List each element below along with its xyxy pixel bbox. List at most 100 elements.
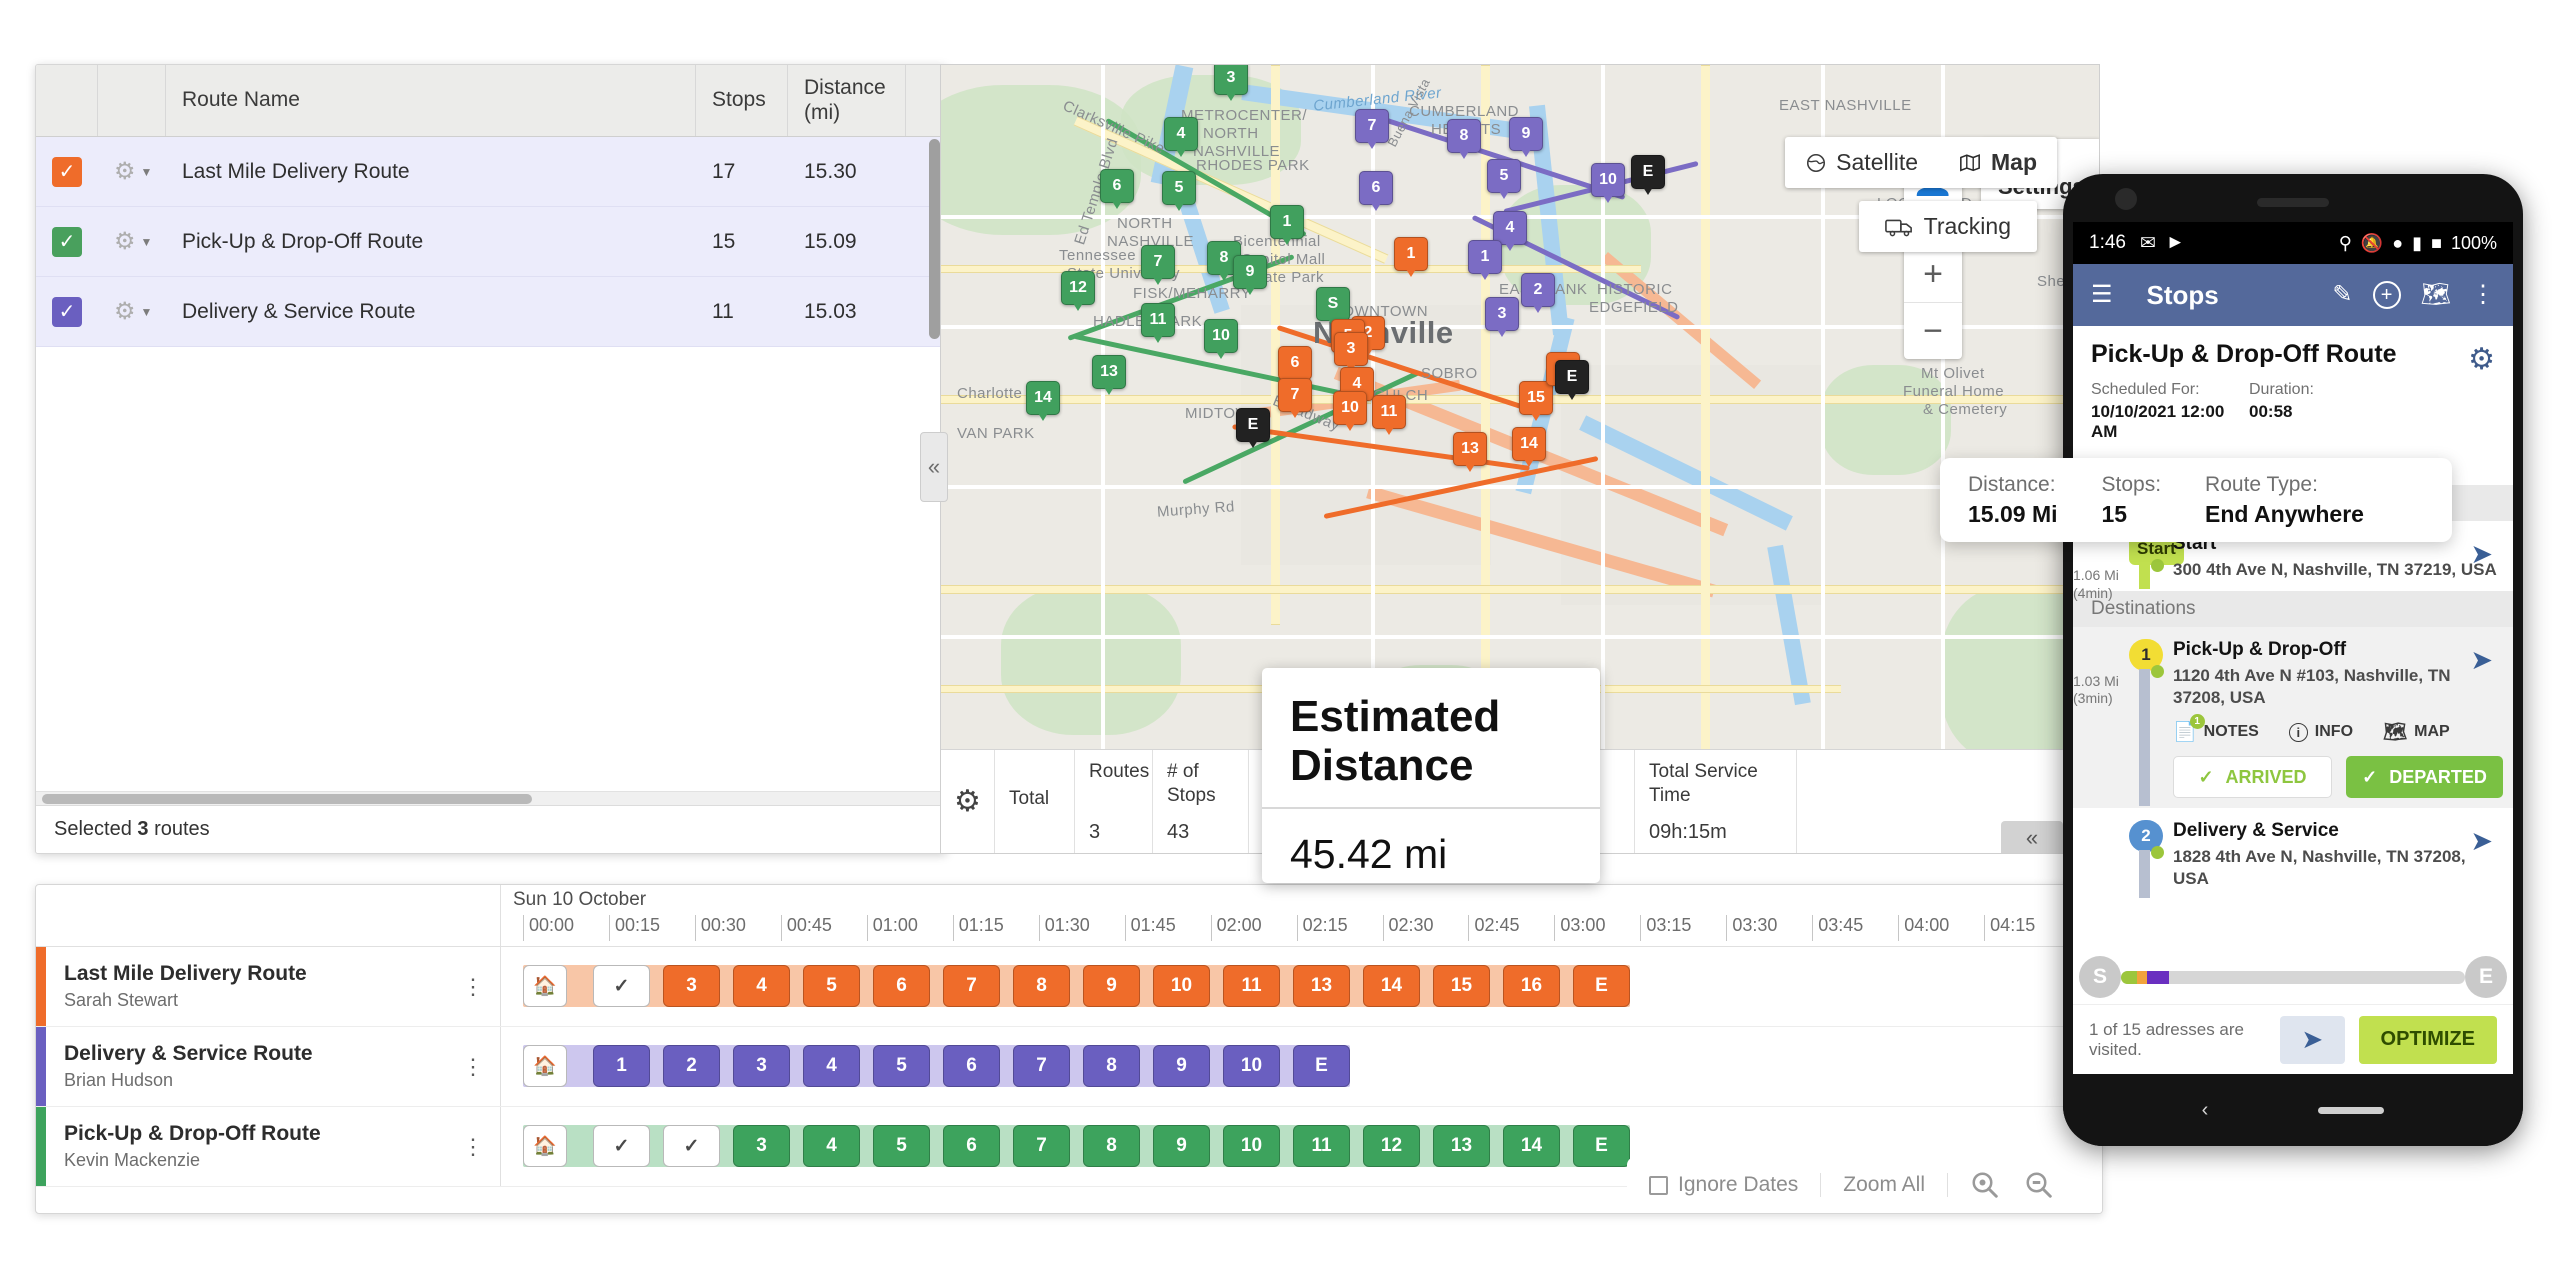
map-pin[interactable]: 10 [1204,319,1238,359]
map-zoom-out-button[interactable]: − [1904,303,1962,359]
panel-collapse-handle[interactable]: « [920,432,948,502]
row-checkbox[interactable]: ✓ [52,296,82,327]
map-pin-end[interactable]: E [1555,360,1589,400]
table-row[interactable]: ✓ ⚙ ▼ Last Mile Delivery Route 17 15.30 [36,137,946,207]
gantt-stop-chip[interactable]: 3 [733,1045,790,1087]
gantt-stop-chip[interactable]: 8 [1013,965,1070,1007]
gear-icon[interactable]: ⚙ [114,229,136,254]
home-icon[interactable]: 🏠 [523,1045,567,1087]
map-pin[interactable]: 10 [1591,163,1625,203]
gantt-stop-chip[interactable]: E [1573,1125,1630,1167]
row-actions-cell[interactable]: ⚙ ▼ [98,137,166,206]
map-pin[interactable]: 1 [1394,237,1428,277]
map-pin[interactable]: 3 [1485,297,1519,337]
map-pin[interactable]: 3 [1334,332,1368,372]
gantt-stop-chip[interactable]: 10 [1153,965,1210,1007]
row-actions-cell[interactable]: ⚙ ▼ [98,277,166,346]
kebab-menu-icon[interactable]: ⋮ [446,1135,500,1157]
phone-route-progress-slider[interactable]: S E [2073,950,2513,1004]
check-icon[interactable]: ✓ [593,965,650,1007]
notes-action[interactable]: 📄 1 NOTES [2173,714,2259,744]
gantt-stop-chip[interactable]: 10 [1223,1125,1280,1167]
gantt-stop-chip[interactable]: 10 [1223,1045,1280,1087]
row-checkbox-cell[interactable]: ✓ [36,277,98,346]
gantt-stop-chip[interactable]: 6 [943,1125,1000,1167]
gantt-stop-chip[interactable]: 4 [733,965,790,1007]
gantt-stop-chip[interactable]: 5 [873,1045,930,1087]
home-icon[interactable]: 🏠 [523,965,567,1007]
gantt-stop-chip[interactable]: 1 [593,1045,650,1087]
arrived-button[interactable]: ✓ ARRIVED [2173,756,2332,799]
map-pin[interactable]: 15 [1519,381,1553,421]
zoom-in-icon[interactable] [1970,1170,2000,1200]
gantt-stop-chip[interactable]: E [1573,965,1630,1007]
gantt-stop-chip[interactable]: 11 [1223,965,1280,1007]
caret-down-icon[interactable]: ▼ [141,235,153,249]
map-pin[interactable]: 4 [1164,117,1198,157]
back-icon[interactable]: ‹ [2202,1099,2209,1122]
map-pin[interactable]: 8 [1447,119,1481,159]
gantt-stop-chip[interactable]: 14 [1363,965,1420,1007]
map-pin[interactable]: 13 [1092,355,1126,395]
check-icon[interactable]: ✓ [593,1125,650,1167]
gantt-stop-chip[interactable]: 13 [1293,965,1350,1007]
home-pill[interactable] [2318,1106,2385,1114]
map-pin[interactable]: 6 [1359,171,1393,211]
map-pin[interactable]: 7 [1355,109,1389,149]
pencil-icon[interactable]: ✎ [2332,283,2352,307]
map-zoom-in-button[interactable]: + [1904,247,1962,303]
gantt-stop-chip[interactable]: 2 [663,1045,720,1087]
gantt-stop-chip[interactable]: 7 [1013,1045,1070,1087]
gantt-stop-chip[interactable]: 14 [1503,1125,1560,1167]
gantt-stop-chip[interactable]: 3 [733,1125,790,1167]
map-zoom-controls[interactable]: + − [1904,247,1962,359]
summary-collapse-button[interactable]: « [2001,821,2063,853]
row-route-name[interactable]: Pick-Up & Drop-Off Route [166,207,696,276]
map-pin[interactable]: 1 [1468,240,1502,280]
row-checkbox-cell[interactable]: ✓ [36,137,98,206]
departed-button[interactable]: ✓ DEPARTED [2346,756,2503,799]
gantt-stop-chip[interactable]: 16 [1503,965,1560,1007]
zoom-all-button[interactable]: Zoom All [1821,1173,1948,1197]
gantt-stop-chip[interactable]: E [1293,1045,1350,1087]
phone-stop-2[interactable]: 2 Delivery & Service 1828 4th Ave N, Nas… [2073,808,2513,900]
map-pin[interactable]: 3 [1214,65,1248,101]
gantt-stop-chip[interactable]: 4 [803,1045,860,1087]
slider-track[interactable] [2121,970,2465,984]
navigate-icon[interactable]: ➤ [2279,1015,2345,1064]
map-pin[interactable]: 9 [1233,255,1267,295]
table-row[interactable]: ✓ ⚙ ▼ Pick-Up & Drop-Off Route 15 15.09 [36,207,946,277]
map-pin[interactable]: 14 [1026,381,1060,421]
map-type-satellite[interactable]: Satellite [1785,137,1938,188]
map-pin[interactable]: 10 [1333,391,1367,431]
tracking-button[interactable]: Tracking [1858,201,2037,252]
gantt-stop-chip[interactable]: 12 [1363,1125,1420,1167]
header-stops[interactable]: Stops [696,65,788,136]
gantt-stop-chip[interactable]: 13 [1433,1125,1490,1167]
optimize-button[interactable]: OPTIMIZE [2358,1015,2497,1064]
map-pin[interactable]: 2 [1521,273,1555,313]
kebab-menu-icon[interactable]: ⋮ [446,975,500,997]
navigate-icon[interactable]: ➤ [2470,826,2493,857]
gantt-row[interactable]: Delivery & Service Route Brian Hudson ⋮ 🏠 1 2… [36,1027,2102,1107]
row-checkbox[interactable]: ✓ [52,156,82,187]
gear-icon[interactable]: ⚙ [114,299,136,324]
navigate-icon[interactable]: ➤ [2470,645,2493,676]
gantt-stop-chip[interactable]: 8 [1083,1045,1140,1087]
gantt-stop-chip[interactable]: 15 [1433,965,1490,1007]
map-pin[interactable]: 6 [1278,346,1312,386]
map-pin[interactable]: 11 [1141,303,1175,343]
gantt-stop-chip[interactable]: 9 [1153,1125,1210,1167]
gantt-stop-chip[interactable]: 9 [1153,1045,1210,1087]
map-type-map[interactable]: Map [1938,137,2057,188]
map-pin[interactable]: 12 [1061,271,1095,311]
check-icon[interactable]: ✓ [663,1125,720,1167]
phone-stop-1[interactable]: 1 1.03 Mi (3min) Pick-Up & Drop-Off 1120 … [2073,626,2513,809]
routes-table-vertical-scrollbar[interactable] [929,139,940,339]
map-pin[interactable]: 11 [1372,395,1406,435]
gantt-stop-chip[interactable]: 3 [663,965,720,1007]
plus-circle-icon[interactable]: + [2372,281,2401,309]
map-pin[interactable]: S [1316,287,1350,327]
header-route-name[interactable]: Route Name [166,65,696,136]
gantt-stop-chip[interactable]: 11 [1293,1125,1350,1167]
